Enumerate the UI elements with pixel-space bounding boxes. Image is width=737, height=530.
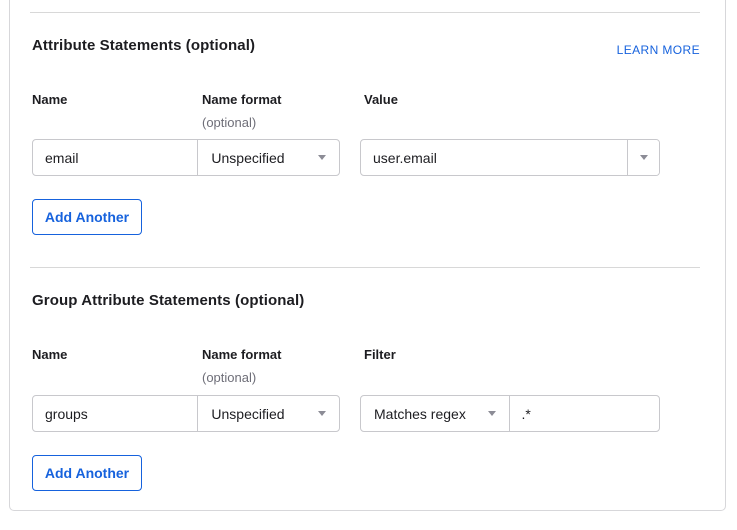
- section-divider-middle: [30, 267, 700, 268]
- chevron-down-icon: [318, 155, 326, 160]
- section-divider-top: [30, 12, 700, 13]
- group-attribute-name-input[interactable]: [33, 396, 197, 431]
- group-attribute-filter-type-select[interactable]: Matches regex: [361, 396, 509, 431]
- column-label-filter: Filter: [364, 347, 396, 362]
- name-format-optional-note: (optional): [202, 370, 256, 385]
- attribute-statements-title: Attribute Statements (optional): [32, 37, 255, 54]
- add-another-group-attribute-button[interactable]: Add Another: [32, 455, 142, 491]
- attribute-value-combo: [360, 139, 660, 176]
- attribute-value-dropdown-button[interactable]: [627, 140, 659, 175]
- group-attribute-filter-value-input[interactable]: [510, 396, 659, 431]
- group-attribute-filter-type-value: Matches regex: [374, 406, 466, 422]
- group-attribute-name-format-value: Unspecified: [211, 406, 284, 422]
- name-format-optional-note: (optional): [202, 115, 256, 130]
- chevron-down-icon: [640, 155, 648, 160]
- attribute-row-left-group: Unspecified: [32, 139, 340, 176]
- column-label-name: Name: [32, 347, 67, 362]
- group-attribute-name-format-select[interactable]: Unspecified: [197, 396, 339, 431]
- chevron-down-icon: [488, 411, 496, 416]
- chevron-down-icon: [318, 411, 326, 416]
- group-attribute-statements-title: Group Attribute Statements (optional): [32, 292, 304, 309]
- attribute-name-input[interactable]: [33, 140, 197, 175]
- saml-settings-card: [9, 0, 726, 511]
- add-another-attribute-button[interactable]: Add Another: [32, 199, 142, 235]
- attribute-name-format-value: Unspecified: [211, 150, 284, 166]
- column-label-name-format: Name format: [202, 92, 281, 107]
- attribute-name-format-select[interactable]: Unspecified: [197, 140, 339, 175]
- column-label-value: Value: [364, 92, 398, 107]
- attribute-value-input[interactable]: [361, 140, 627, 175]
- column-label-name-format: Name format: [202, 347, 281, 362]
- group-attribute-filter-group: Matches regex: [360, 395, 660, 432]
- group-attribute-row-left-group: Unspecified: [32, 395, 340, 432]
- column-label-name: Name: [32, 92, 67, 107]
- learn-more-link[interactable]: LEARN MORE: [617, 43, 700, 57]
